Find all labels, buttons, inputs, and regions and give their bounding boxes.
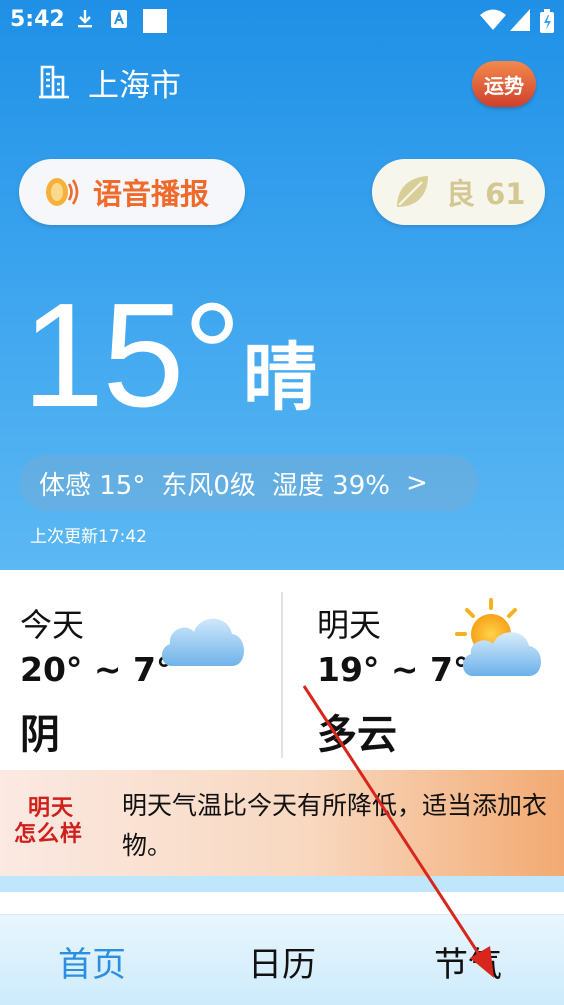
fortune-button[interactable]: 运势 xyxy=(472,61,536,107)
weather-details-button[interactable]: 体感 15° 东风0级 湿度 39% > xyxy=(19,455,478,511)
forecast-tomorrow-label: 明天 xyxy=(317,606,382,644)
leaf-icon xyxy=(397,176,428,207)
status-bar: 5:42 xyxy=(0,0,564,40)
building-icon xyxy=(39,65,69,99)
weather-header-panel: 5:42 上海市 运势 语音播报 良 61 15° 晴 体感 15° 东风0级 … xyxy=(0,0,564,570)
download-icon xyxy=(76,9,94,34)
speaker-icon xyxy=(46,178,79,206)
cloud-icon xyxy=(161,618,244,666)
tomorrow-badge: 明天 怎么样 xyxy=(14,796,100,852)
chevron-right-icon: > xyxy=(405,468,428,498)
status-time: 5:42 xyxy=(10,7,65,32)
feels-like: 体感 15° xyxy=(39,470,146,501)
voice-broadcast-label: 语音播报 xyxy=(93,177,210,211)
tab-home[interactable]: 首页 xyxy=(58,937,126,986)
tab-solar-terms[interactable]: 节气 xyxy=(434,937,502,986)
a-icon xyxy=(110,9,128,34)
forecast-today-condition: 阴 xyxy=(20,712,60,758)
air-quality-button[interactable]: 良 61 xyxy=(372,159,545,225)
city-selector[interactable]: 上海市 xyxy=(38,62,181,104)
partly-cloudy-icon xyxy=(455,598,541,676)
tab-calendar[interactable]: 日历 xyxy=(248,937,316,986)
forecast-tomorrow-range: 19° ~ 7° xyxy=(317,650,470,689)
wind-info: 东风0级 xyxy=(161,470,256,501)
forecast-panel: 今天 20° ~ 7° 阴 明天 19° ~ 7° 多云 xyxy=(0,570,564,768)
city-name: 上海市 xyxy=(88,67,181,104)
air-quality-label: 良 61 xyxy=(446,177,526,211)
battery-icon xyxy=(540,9,554,38)
current-temperature: 15° xyxy=(22,273,242,438)
signal-icon xyxy=(510,9,530,36)
forecast-tomorrow[interactable]: 明天 19° ~ 7° 多云 xyxy=(297,570,564,768)
forecast-tomorrow-condition: 多云 xyxy=(317,712,397,758)
tomorrow-badge-line1: 明天 xyxy=(28,796,75,821)
divider-stripe xyxy=(0,876,564,892)
humidity-info: 湿度 39% xyxy=(271,470,390,501)
square-icon xyxy=(143,9,167,38)
forecast-today[interactable]: 今天 20° ~ 7° 阴 xyxy=(0,570,281,768)
last-updated: 上次更新17:42 xyxy=(30,527,147,547)
forecast-today-range: 20° ~ 7° xyxy=(20,650,173,689)
tomorrow-tip-banner[interactable]: 明天 怎么样 明天气温比今天有所降低，适当添加衣物。 xyxy=(0,770,564,876)
wifi-icon xyxy=(480,9,506,36)
forecast-today-label: 今天 xyxy=(20,606,85,644)
current-condition: 晴 xyxy=(243,335,317,421)
tomorrow-tip-text: 明天气温比今天有所降低，适当添加衣物。 xyxy=(122,791,548,860)
tomorrow-badge-line2: 怎么样 xyxy=(14,822,84,847)
bottom-navigation: 首页 日历 节气 xyxy=(0,914,564,1005)
forecast-divider xyxy=(281,592,283,758)
voice-broadcast-button[interactable]: 语音播报 xyxy=(19,159,245,225)
